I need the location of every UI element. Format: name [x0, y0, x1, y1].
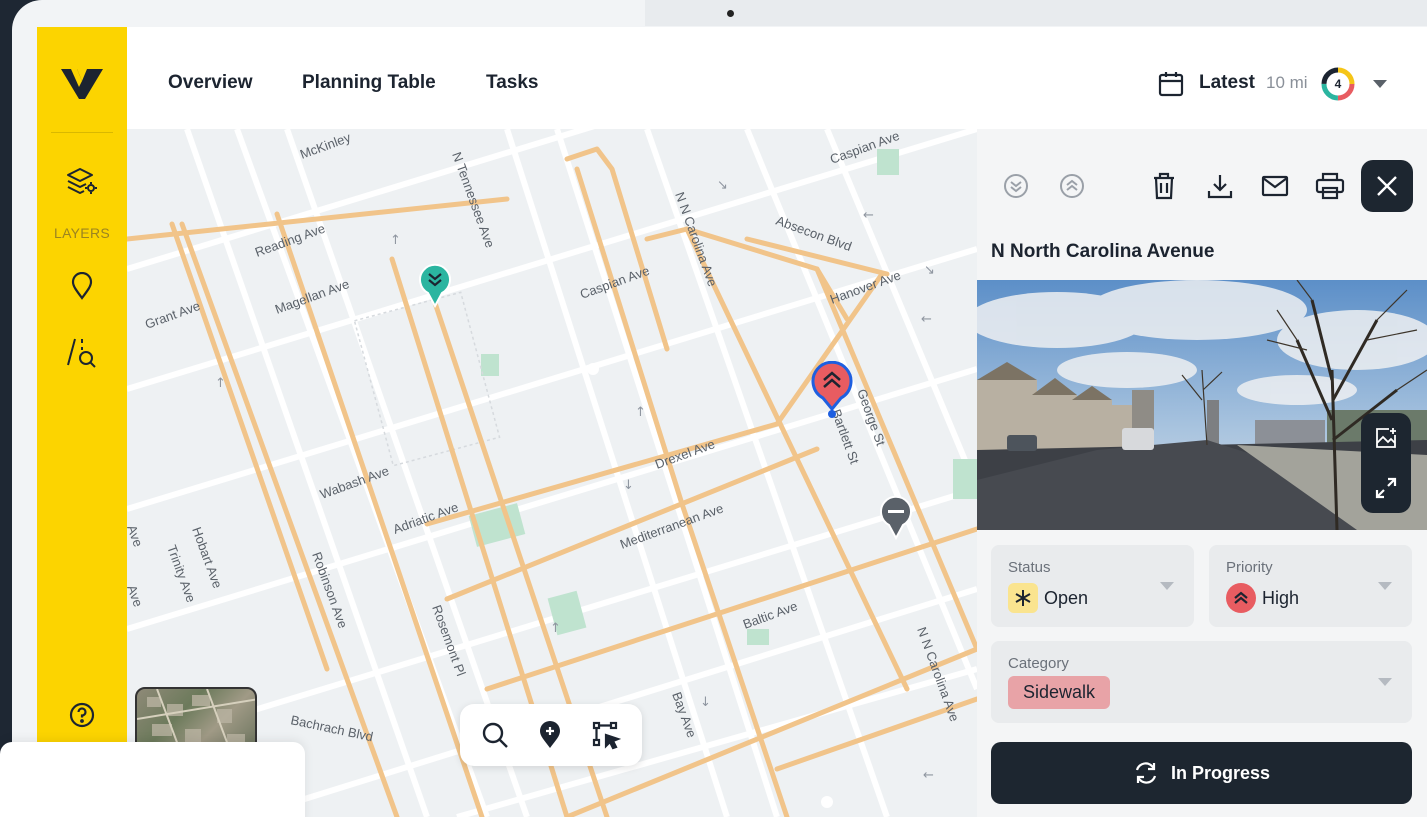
svg-text:←: ←	[923, 768, 934, 783]
issue-count-ring[interactable]: 4	[1320, 66, 1356, 102]
layers-icon[interactable]	[64, 163, 100, 199]
none-priority-marker-icon[interactable]	[878, 494, 914, 540]
priority-label: Priority	[1226, 559, 1273, 576]
status-dropdown[interactable]: Status Open	[991, 545, 1194, 627]
map-toolbar	[460, 704, 642, 766]
category-value: Sidewalk	[1008, 675, 1111, 709]
category-chip: Sidewalk	[1008, 675, 1111, 709]
chevron-down-icon	[1378, 582, 1392, 590]
overlay-card	[0, 742, 305, 817]
svg-text:←: ←	[863, 208, 874, 223]
issue-count: 4	[1334, 77, 1342, 91]
high-priority-icon	[1226, 583, 1256, 613]
download-icon[interactable]	[1203, 169, 1237, 203]
status-text: Open	[1044, 587, 1089, 608]
close-panel-button[interactable]	[1361, 160, 1413, 212]
map-view[interactable]: McKinley Reading Ave Magellan Ave Grant …	[127, 129, 977, 817]
low-priority-marker-icon[interactable]	[417, 262, 453, 308]
chevron-down-icon	[1160, 582, 1174, 590]
refresh-icon	[1135, 762, 1157, 784]
priority-dropdown[interactable]: Priority High	[1209, 545, 1412, 627]
street-label: Grant Ave	[143, 298, 202, 332]
chevron-down-icon	[1378, 678, 1392, 686]
area-select-icon[interactable]	[590, 719, 622, 751]
priority-value: High	[1226, 583, 1299, 613]
street-label: McKinley	[298, 130, 353, 162]
print-icon[interactable]	[1313, 169, 1347, 203]
calendar-icon[interactable]	[1157, 70, 1185, 98]
street-label: Wabash Ave	[318, 463, 391, 502]
sidebar-divider	[51, 132, 113, 133]
tab-planning-table[interactable]: Planning Table	[302, 72, 436, 94]
road-search-icon[interactable]	[64, 334, 100, 370]
panel-toolbar	[977, 129, 1427, 247]
svg-text:↑: ↑	[550, 621, 561, 636]
date-filter[interactable]: Latest	[1199, 72, 1255, 94]
camera-dot	[727, 10, 734, 17]
photo-controls	[1361, 413, 1411, 513]
svg-text:↓: ↓	[623, 478, 634, 493]
status-label: Status	[1008, 559, 1051, 576]
street-photo[interactable]	[977, 280, 1427, 530]
map-pin-icon[interactable]	[64, 268, 100, 304]
svg-text:↑: ↑	[390, 233, 401, 248]
sidebar: LAYERS	[37, 27, 127, 817]
svg-text:←: ←	[921, 312, 932, 327]
svg-text:↑: ↑	[635, 405, 646, 420]
layers-label[interactable]: LAYERS	[37, 225, 127, 241]
tab-overview[interactable]: Overview	[168, 72, 253, 94]
high-priority-marker-icon[interactable]	[810, 361, 854, 419]
chevron-down-icon[interactable]	[1372, 79, 1388, 89]
category-dropdown[interactable]: Category Sidewalk	[991, 641, 1412, 723]
add-pin-icon[interactable]	[534, 719, 566, 751]
app-logo[interactable]	[59, 67, 105, 101]
priority-text: High	[1262, 587, 1300, 608]
expand-icon[interactable]	[1370, 472, 1402, 504]
street-label: Hobart Ave	[189, 525, 225, 590]
help-icon[interactable]	[64, 697, 100, 733]
svg-text:↑: ↑	[215, 376, 226, 391]
add-image-icon[interactable]	[1370, 422, 1402, 454]
in-progress-label: In Progress	[1170, 762, 1271, 783]
tab-tasks[interactable]: Tasks	[486, 72, 538, 94]
raise-priority-icon[interactable]	[1055, 169, 1089, 203]
close-icon	[1377, 176, 1397, 196]
svg-text:↓: ↓	[700, 695, 711, 710]
street-label: Trinity Ave	[164, 543, 199, 604]
app-screen: LAYERS Overview Planning Table Tasks Lat…	[37, 27, 1427, 817]
svg-text:↘: ↘	[924, 263, 935, 278]
street-label: Ave	[127, 583, 146, 609]
category-label: Category	[1008, 655, 1069, 672]
trash-icon[interactable]	[1147, 169, 1181, 203]
device-bezel	[645, 0, 1427, 26]
lower-priority-icon[interactable]	[999, 169, 1033, 203]
issue-detail-panel: N North Carolina Avenue Status Open Prio…	[977, 129, 1427, 817]
open-asterisk-icon	[1008, 583, 1038, 613]
svg-text:↘: ↘	[717, 178, 728, 193]
email-icon[interactable]	[1258, 169, 1292, 203]
in-progress-button[interactable]: In Progress	[991, 742, 1412, 804]
issue-title: N North Carolina Avenue	[991, 241, 1215, 262]
status-value: Open	[1008, 583, 1088, 613]
top-nav: Overview Planning Table Tasks Latest 10 …	[127, 27, 1427, 129]
street-label: Ave	[127, 523, 146, 549]
radius-filter[interactable]: 10 mi	[1266, 73, 1308, 93]
search-icon[interactable]	[479, 719, 511, 751]
